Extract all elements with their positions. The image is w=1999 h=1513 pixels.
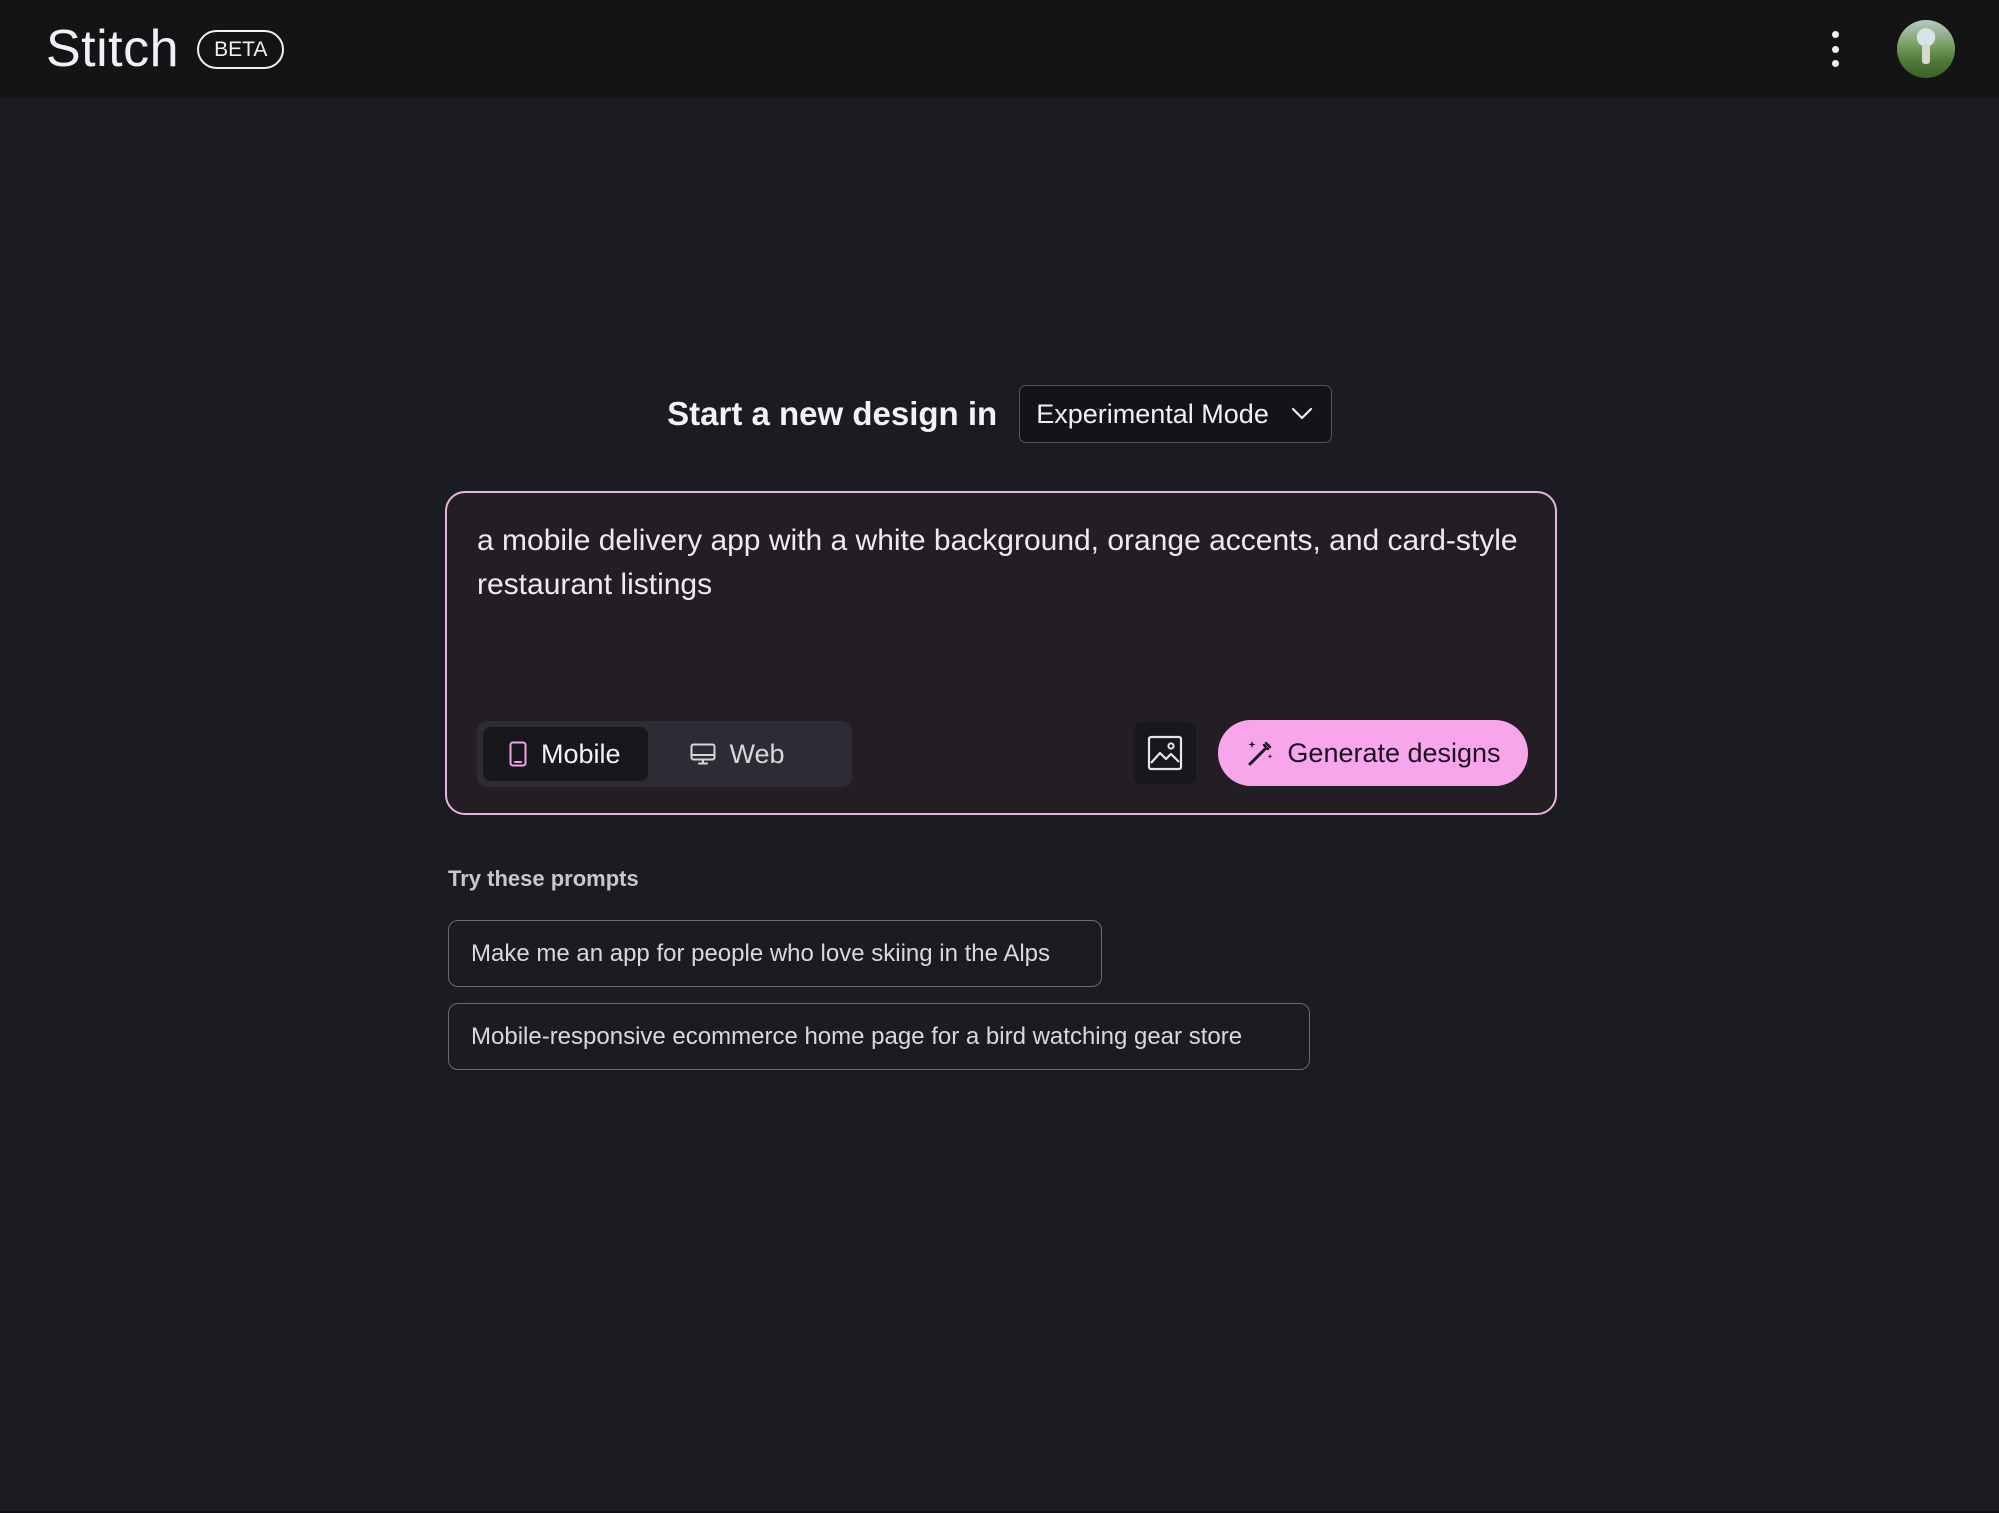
- prompt-input[interactable]: a mobile delivery app with a white backg…: [477, 519, 1527, 607]
- prompt-card: a mobile delivery app with a white backg…: [445, 491, 1557, 815]
- web-label: Web: [729, 738, 785, 769]
- generate-designs-button[interactable]: Generate designs: [1218, 720, 1528, 786]
- page-heading: Start a new design in: [667, 395, 998, 432]
- upload-image-button[interactable]: [1134, 722, 1196, 784]
- more-vert-icon[interactable]: [1825, 31, 1845, 67]
- heading-row: Start a new design in Experimental Mode: [0, 385, 1999, 443]
- mobile-label: Mobile: [541, 738, 621, 769]
- suggestions-title: Try these prompts: [448, 866, 639, 891]
- app-logo[interactable]: Stitch: [46, 19, 179, 79]
- magic-wand-icon: [1248, 741, 1273, 766]
- top-right-actions: [1825, 20, 1955, 78]
- web-toggle-button[interactable]: Web: [654, 727, 803, 781]
- brand[interactable]: Stitch BETA: [46, 19, 285, 79]
- generate-label: Generate designs: [1287, 737, 1501, 768]
- mobile-toggle-button[interactable]: Mobile: [483, 727, 648, 781]
- phone-icon: [509, 741, 527, 767]
- device-toggle: Mobile Web: [477, 721, 852, 787]
- user-avatar[interactable]: [1897, 20, 1955, 78]
- suggestion-chip[interactable]: Make me an app for people who love skiin…: [448, 920, 1102, 987]
- image-icon: [1147, 735, 1183, 771]
- mode-select-value: Experimental Mode: [1036, 398, 1269, 429]
- monitor-icon: [690, 743, 716, 765]
- chevron-down-icon: [1291, 407, 1312, 420]
- suggestion-chip[interactable]: Mobile-responsive ecommerce home page fo…: [448, 1003, 1310, 1070]
- top-bar: Stitch BETA: [0, 0, 1999, 98]
- beta-badge: BETA: [197, 29, 285, 69]
- mode-select[interactable]: Experimental Mode: [1019, 385, 1332, 443]
